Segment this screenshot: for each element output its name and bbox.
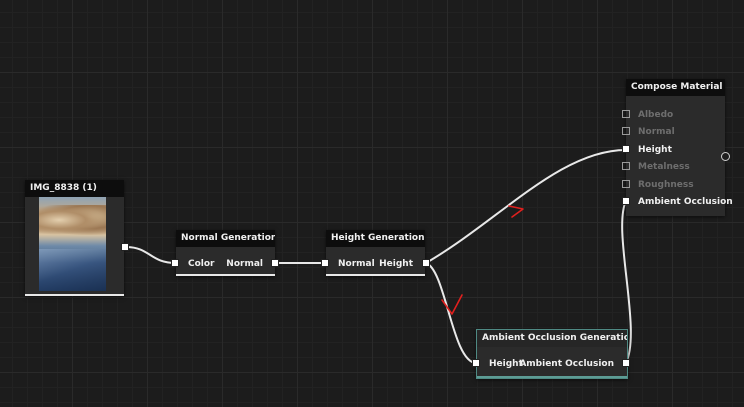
output-label: Ambient Occlusion (519, 359, 614, 369)
annotation-arrow-lower (441, 294, 463, 315)
input-label-metalness: Metalness (638, 162, 690, 172)
image-output-port[interactable] (121, 243, 129, 251)
height-gen-output-port[interactable] (422, 259, 430, 267)
normal-gen-output-port[interactable] (271, 259, 279, 267)
compose-roughness-port[interactable] (622, 180, 630, 188)
ao-gen-input-port[interactable] (472, 359, 480, 367)
compose-albedo-port[interactable] (622, 110, 630, 118)
compose-material-node[interactable]: Compose Material Albedo Normal Height Me… (626, 79, 733, 216)
compose-metalness-port[interactable] (622, 162, 630, 170)
node-graph-canvas[interactable]: IMG_8838 (1) Normal Generation Color Nor… (0, 0, 744, 407)
input-label: Height (489, 359, 523, 369)
input-label-albedo: Albedo (638, 110, 674, 120)
image-node[interactable]: IMG_8838 (1) (25, 180, 124, 296)
node-title: IMG_8838 (1) (25, 180, 124, 197)
input-label-normal: Normal (638, 127, 675, 137)
input-label-roughness: Roughness (638, 180, 694, 190)
node-title: Height Generation (326, 230, 425, 247)
compose-ao-port[interactable] (622, 197, 630, 205)
ao-gen-output-port[interactable] (622, 359, 630, 367)
wire-height-to-ao (425, 262, 477, 364)
input-label: Normal (338, 259, 375, 269)
wire-image-to-normal (125, 246, 177, 264)
node-title: Normal Generation (176, 230, 275, 247)
compose-output-port[interactable] (721, 152, 730, 161)
wire-height-to-compose (425, 149, 627, 264)
input-label: Color (188, 259, 215, 269)
compose-normal-port[interactable] (622, 127, 630, 135)
node-title: Compose Material (626, 79, 725, 96)
compose-height-port[interactable] (622, 145, 630, 153)
output-label: Normal (226, 259, 263, 269)
height-generation-node[interactable]: Height Generation Normal Height (326, 230, 425, 276)
input-label-height: Height (638, 145, 672, 155)
output-label: Height (379, 259, 413, 269)
annotation-arrow-upper (508, 205, 524, 218)
ao-generation-node[interactable]: Ambient Occlusion Generation Height Ambi… (476, 329, 628, 379)
normal-gen-input-port[interactable] (171, 259, 179, 267)
input-label-ambient-occlusion: Ambient Occlusion (638, 197, 733, 207)
height-gen-input-port[interactable] (321, 259, 329, 267)
normal-generation-node[interactable]: Normal Generation Color Normal (176, 230, 275, 276)
node-title: Ambient Occlusion Generation (477, 330, 627, 347)
photo-thumbnail (39, 197, 106, 291)
